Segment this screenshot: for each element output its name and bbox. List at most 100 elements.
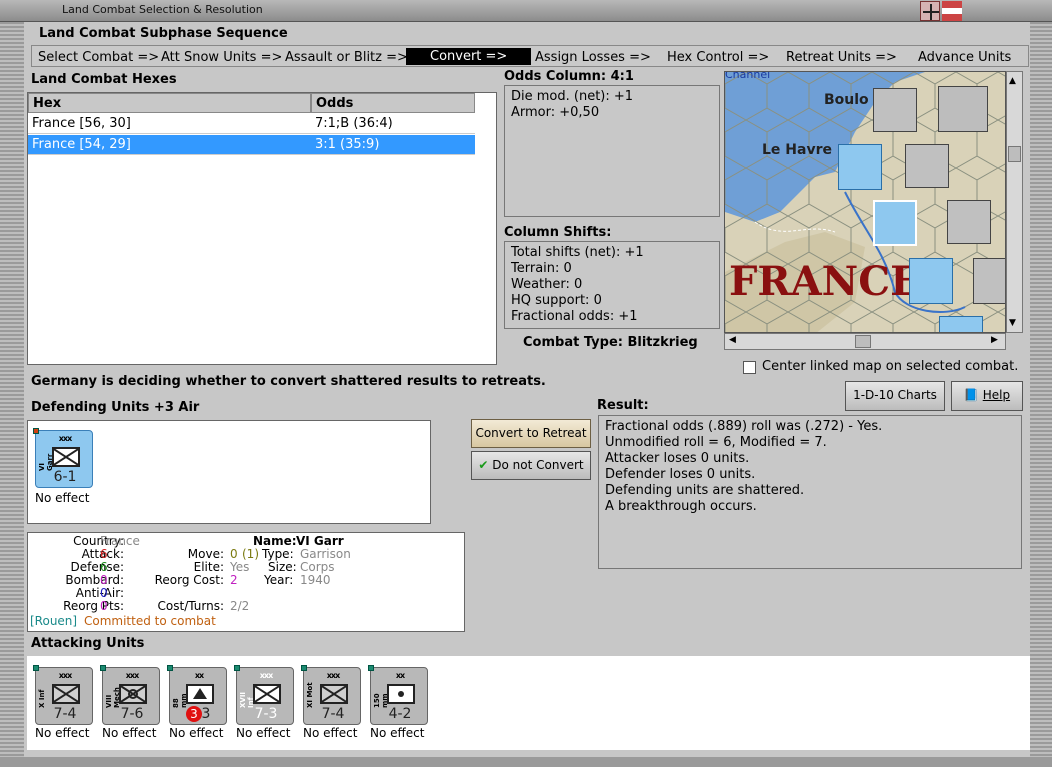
attacking-unit-counter[interactable]: xxx XVII Inf 7-3 — [234, 665, 294, 725]
attacking-unit-counter[interactable]: xx 150 mm 4-2 — [368, 665, 428, 725]
table-row[interactable]: France [56, 30] 7:1;B (36:4) — [28, 114, 475, 134]
motorized-symbol-icon — [320, 684, 348, 704]
unit-effect: No effect — [35, 726, 90, 740]
unit-strength: 6-1 — [53, 469, 77, 485]
move-label: Move: — [187, 547, 224, 561]
unit-badge: 3 — [186, 706, 202, 722]
attacking-title: Attacking Units — [31, 636, 145, 651]
map-label-france: FRANCE — [729, 258, 921, 305]
hex-cell: France [56, 30] — [32, 116, 131, 131]
defense-label: Defense: — [70, 560, 124, 574]
table-row-selected[interactable]: France [54, 29] 3:1 (35:9) — [28, 135, 475, 155]
status-message: Germany is deciding whether to convert s… — [31, 374, 546, 389]
shifts-box: Total shifts (net): +1 Terrain: 0 Weathe… — [504, 241, 720, 329]
map-counter[interactable] — [939, 316, 983, 332]
linked-map[interactable]: Channel Boulo Le Havre FRANCE — [724, 71, 1006, 333]
hex-cell: France [54, 29] — [32, 137, 131, 152]
flag-icon — [942, 1, 962, 21]
help-button[interactable]: 📘 Help — [951, 381, 1023, 411]
shifts-title: Column Shifts: — [504, 225, 612, 240]
do-not-convert-button[interactable]: ✔ Do not Convert — [471, 451, 591, 480]
map-counter[interactable] — [873, 88, 917, 132]
scroll-thumb[interactable] — [1008, 146, 1021, 162]
odds-box: Die mod. (net): +1 Armor: +0,50 — [504, 85, 720, 217]
unit-details-panel: Country: France Attack: 6 Defense: 6 Bom… — [27, 532, 465, 632]
window-frame-right — [1030, 22, 1052, 767]
hex-column-header[interactable]: Hex — [28, 93, 311, 113]
scroll-left-icon[interactable]: ◀ — [729, 335, 736, 345]
scroll-up-icon[interactable]: ▲ — [1009, 76, 1016, 86]
cost-turns-label: Cost/Turns: — [157, 599, 224, 613]
size-label: Size: — [268, 560, 297, 574]
defending-unit-counter[interactable]: xxx VI Garr 6-1 — [33, 428, 93, 488]
cost-turns-value: 2/2 — [230, 599, 250, 613]
unit-size: xxx — [125, 671, 139, 680]
odds-cell: 7:1;B (36:4) — [315, 116, 393, 131]
window-icon[interactable] — [920, 1, 940, 21]
mech-symbol-icon — [119, 684, 147, 704]
unit-strength: 7-3 — [254, 706, 278, 722]
result-line: Defending units are shattered. — [605, 483, 805, 498]
result-box: Fractional odds (.889) roll was (.272) -… — [598, 415, 1022, 569]
fractional-odds-text: Fractional odds: +1 — [511, 309, 638, 324]
scroll-right-icon[interactable]: ▶ — [991, 335, 998, 345]
hexes-list: Hex Odds France [56, 30] 7:1;B (36:4) Fr… — [27, 92, 497, 365]
seq-convert: Convert => — [406, 48, 532, 65]
elite-label: Elite: — [193, 560, 224, 574]
charts-button[interactable]: 1-D-10 Charts — [845, 381, 945, 411]
map-vertical-scrollbar[interactable]: ▲ ▼ — [1006, 71, 1023, 333]
odds-column-header[interactable]: Odds — [311, 93, 475, 113]
attacking-unit-counter[interactable]: xx 88 mm 3 3 — [167, 665, 227, 725]
seq-retreat-units: Retreat Units => — [786, 50, 897, 65]
artillery-symbol-icon — [387, 684, 415, 704]
type-label: Type: — [262, 547, 294, 561]
unit-strength: 7-4 — [53, 706, 77, 722]
year-label: Year: — [264, 573, 294, 587]
scroll-down-icon[interactable]: ▼ — [1009, 318, 1016, 328]
hq-support-text: HQ support: 0 — [511, 293, 602, 308]
unit-size: xx — [194, 671, 204, 680]
status-value: Committed to combat — [84, 614, 216, 628]
bombard-value: 0 — [100, 573, 108, 587]
convert-to-retreat-button[interactable]: Convert to Retreat — [471, 419, 591, 448]
infantry-symbol-icon — [253, 684, 281, 704]
type-value: Garrison — [300, 547, 351, 561]
infantry-symbol-icon — [52, 684, 80, 704]
map-counter[interactable] — [909, 258, 953, 304]
map-counter[interactable] — [905, 144, 949, 188]
seq-att-snow-units: Att Snow Units => — [161, 50, 283, 65]
unit-effect: No effect — [370, 726, 425, 740]
scroll-thumb[interactable] — [855, 335, 871, 348]
reorg-cost-label: Reorg Cost: — [154, 573, 224, 587]
artillery-symbol-icon — [186, 684, 214, 704]
map-counter-selected[interactable] — [873, 200, 917, 246]
unit-size: xxx — [58, 671, 72, 680]
infantry-symbol-icon — [52, 447, 80, 467]
seq-advance-units: Advance Units — [918, 50, 1012, 65]
map-horizontal-scrollbar[interactable]: ◀ ▶ — [724, 333, 1006, 350]
armor-text: Armor: +0,50 — [511, 105, 600, 120]
reorg-pts-value: 0 — [100, 599, 108, 613]
center-map-checkbox[interactable] — [743, 361, 756, 374]
attacking-unit-counter[interactable]: xxx X Inf 7-4 — [33, 665, 93, 725]
defense-value: 6 — [100, 560, 108, 574]
unit-effect: No effect — [169, 726, 224, 740]
map-label-boulogne: Boulo — [824, 92, 869, 108]
unit-strength: 7-6 — [120, 706, 144, 722]
result-line: Defender loses 0 units. — [605, 467, 756, 482]
antiair-value: 0 — [100, 586, 108, 600]
map-counter[interactable] — [973, 258, 1005, 304]
die-mod-text: Die mod. (net): +1 — [511, 89, 634, 104]
unit-size: xxx — [326, 671, 340, 680]
charts-button-label: 1-D-10 Charts — [853, 388, 937, 402]
defending-units-panel: xxx VI Garr 6-1 No effect — [27, 420, 431, 524]
result-title: Result: — [597, 398, 649, 413]
map-counter[interactable] — [838, 144, 882, 190]
attacking-unit-counter[interactable]: xxx XI Mot 7-4 — [301, 665, 361, 725]
unit-effect: No effect — [303, 726, 358, 740]
sequence-bar: Select Combat => Att Snow Units => Assau… — [31, 45, 1029, 67]
map-counter[interactable] — [947, 200, 991, 244]
map-counter-air[interactable] — [938, 86, 988, 132]
attacking-unit-counter[interactable]: xxx VIII Mech 7-6 — [100, 665, 160, 725]
terrain-text: Terrain: 0 — [511, 261, 572, 276]
